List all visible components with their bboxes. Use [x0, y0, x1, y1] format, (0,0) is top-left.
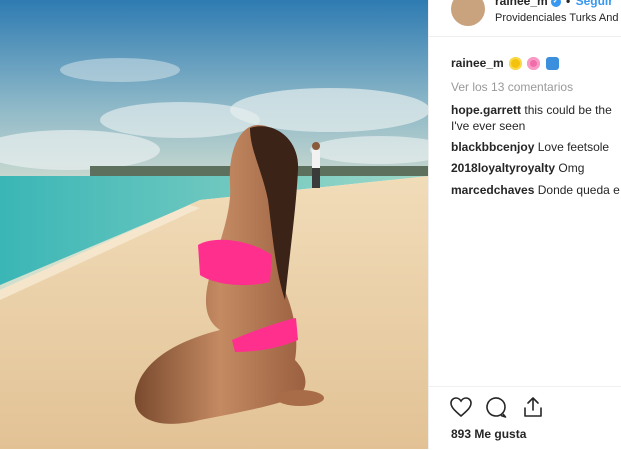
view-comments-link[interactable]: Ver los 13 comentarios — [451, 80, 573, 94]
comment-username[interactable]: blackbbcenjoy — [451, 140, 534, 154]
comment-username[interactable]: marcedchaves — [451, 183, 534, 197]
comment: marcedchaves Donde queda e — [451, 182, 621, 198]
caption-username[interactable]: rainee_m — [451, 56, 504, 70]
header-username[interactable]: rainee_m — [495, 0, 548, 8]
follow-button[interactable]: Seguir — [576, 0, 613, 8]
verified-badge-icon: ✓ — [550, 0, 561, 7]
comment-text-line2: I've ever seen — [451, 119, 526, 133]
post-actions: 893 Me gusta — [429, 386, 621, 450]
comment-icon[interactable] — [484, 395, 508, 419]
comment-text: Love feetsole — [537, 140, 610, 154]
comment-username[interactable]: 2018loyaltyroyalty — [451, 161, 555, 175]
comment: hope.garrett this could be the I've ever… — [451, 102, 621, 134]
sun-flower-emoji-icon — [509, 57, 523, 71]
post-photo[interactable] — [0, 0, 428, 449]
comment-text: Donde queda e — [537, 183, 620, 197]
comment: 2018loyaltyroyalty Omg — [451, 160, 621, 176]
comment-text: this could be the — [524, 103, 612, 117]
header-user-row: rainee_m ✓ • Seguir — [495, 0, 613, 8]
beach-photo — [0, 0, 428, 449]
likes-count[interactable]: 893 Me gusta — [451, 427, 526, 441]
comment: blackbbcenjoy Love feetsole — [451, 139, 621, 155]
share-icon[interactable] — [521, 395, 545, 419]
location-link[interactable]: Providenciales Turks And C — [495, 12, 621, 24]
comment-username[interactable]: hope.garrett — [451, 103, 521, 117]
post-side-panel: rainee_m ✓ • Seguir Providenciales Turks … — [428, 0, 621, 449]
caption: rainee_m — [451, 56, 559, 71]
separator: • — [566, 0, 571, 8]
comment-text: Omg — [558, 161, 585, 175]
post-header: rainee_m ✓ • Seguir Providenciales Turks … — [429, 0, 621, 37]
avatar[interactable] — [451, 0, 485, 26]
heart-icon[interactable] — [449, 395, 473, 419]
wave-emoji-icon — [545, 57, 559, 71]
pink-flower-emoji-icon — [527, 57, 541, 71]
